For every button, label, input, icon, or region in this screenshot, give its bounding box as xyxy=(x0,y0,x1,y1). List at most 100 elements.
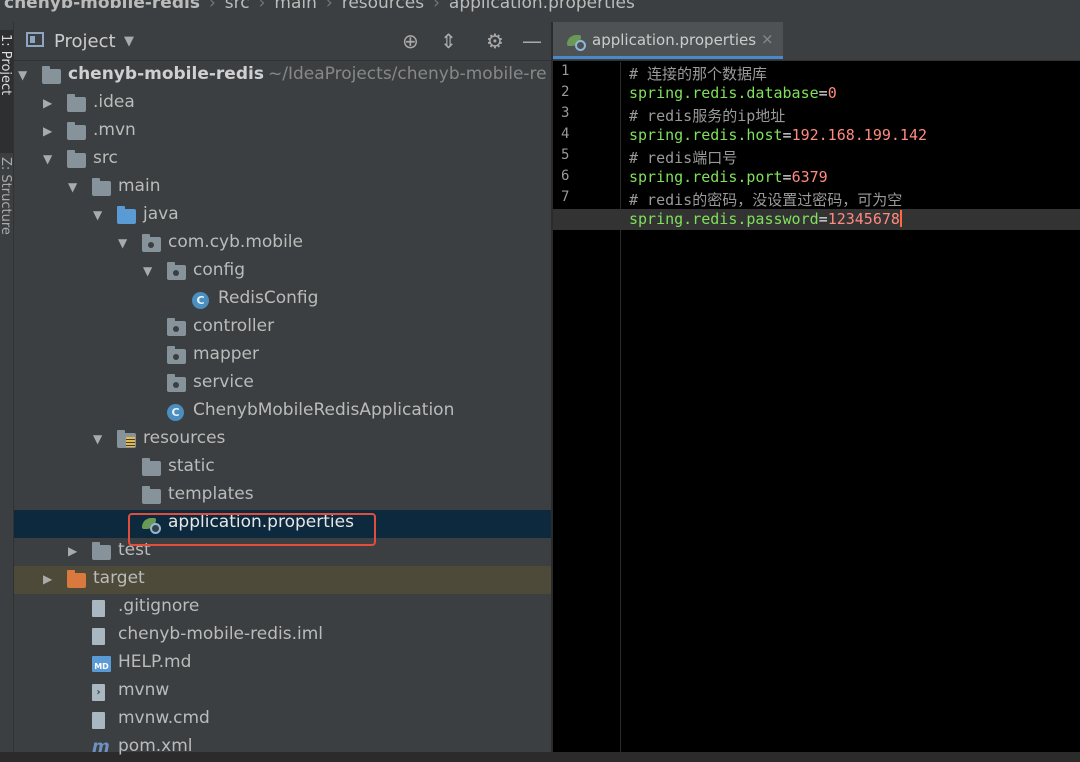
tree-item[interactable]: templates xyxy=(14,482,551,510)
package-icon xyxy=(142,234,161,252)
code-line[interactable]: 7 # redis的密码，没设置过密码，可为空 xyxy=(553,188,1080,209)
tree-item[interactable]: m pom.xml xyxy=(14,734,551,762)
tree-item[interactable]: C ChenybMobileRedisApplication xyxy=(14,398,551,426)
source-folder-icon xyxy=(117,206,136,224)
tree-item[interactable]: ▼ main xyxy=(14,174,551,202)
expand-arrow-icon[interactable]: ▼ xyxy=(143,264,152,278)
tree-item[interactable]: ▼ src xyxy=(14,146,551,174)
terminal-file-icon: › xyxy=(92,684,105,701)
project-panel-header: Project ▼ ⊕ ⇕ ⚙ — xyxy=(14,22,551,61)
editor-tabs: application.properties × xyxy=(553,22,1080,61)
tree-item-label: mapper xyxy=(193,344,260,364)
folder-icon xyxy=(67,122,86,140)
code-property: spring.redis.host=192.168.199.142 xyxy=(629,126,927,144)
code-line[interactable]: 4 spring.redis.host=192.168.199.142 xyxy=(553,125,1080,146)
tree-item[interactable]: ▶ target xyxy=(14,566,551,594)
tree-item[interactable]: controller xyxy=(14,314,551,342)
code-line[interactable]: 2 spring.redis.database=0 xyxy=(553,83,1080,104)
expand-arrow-icon[interactable]: ▼ xyxy=(118,236,127,250)
tree-item[interactable]: service xyxy=(14,370,551,398)
tree-item-label: mvnw xyxy=(118,680,170,700)
tree-item[interactable]: ▶ .idea xyxy=(14,90,551,118)
tree-item[interactable]: static xyxy=(14,454,551,482)
code-property: spring.redis.password=12345678 xyxy=(629,210,902,228)
expand-arrow-icon[interactable]: ▼ xyxy=(18,68,27,82)
line-number: 2 xyxy=(561,84,570,100)
expand-arrow-icon[interactable]: ▼ xyxy=(93,208,102,222)
package-icon xyxy=(167,374,186,392)
tree-item-label: src xyxy=(93,148,118,168)
breadcrumb-item[interactable]: application.properties xyxy=(449,0,635,13)
collapse-arrow-icon[interactable]: ▶ xyxy=(43,96,52,110)
collapse-arrow-icon[interactable]: ▶ xyxy=(43,124,52,138)
expand-arrow-icon[interactable]: ▼ xyxy=(93,432,102,446)
spring-properties-icon xyxy=(567,34,586,51)
close-icon[interactable]: × xyxy=(761,30,774,48)
breadcrumb-separator: › xyxy=(325,0,333,13)
tab-structure[interactable]: Z: Structure xyxy=(0,157,13,235)
tree-item[interactable]: mvnw.cmd xyxy=(14,706,551,734)
tree-item[interactable]: chenyb-mobile-redis.iml xyxy=(14,622,551,650)
tree-item[interactable]: ▼ chenyb-mobile-redis ~/IdeaProjects/chen… xyxy=(14,62,551,90)
markdown-icon: MD xyxy=(92,656,111,672)
code-property: spring.redis.database=0 xyxy=(629,84,837,102)
code-line[interactable]: 3 # redis服务的ip地址 xyxy=(553,104,1080,125)
tree-item[interactable]: .gitignore xyxy=(14,594,551,622)
code-comment: # redis服务的ip地址 xyxy=(629,105,785,126)
code-line[interactable]: 5 # redis端口号 xyxy=(553,146,1080,167)
collapse-arrow-icon[interactable]: ▶ xyxy=(68,544,77,558)
tree-item[interactable]: › mvnw xyxy=(14,678,551,706)
project-view-icon xyxy=(26,32,44,47)
breadcrumb-item[interactable]: resources xyxy=(342,0,424,13)
code-comment: # redis端口号 xyxy=(629,147,737,168)
tree-item[interactable]: ▶ .mvn xyxy=(14,118,551,146)
property-key: spring.redis.host xyxy=(629,126,783,144)
property-key: spring.redis.port xyxy=(629,168,783,186)
tree-item-label: java xyxy=(143,204,179,224)
collapse-arrow-icon[interactable]: ▶ xyxy=(43,572,52,586)
expand-arrow-icon[interactable]: ▼ xyxy=(68,180,77,194)
module-folder-icon xyxy=(42,66,61,84)
tree-item[interactable]: MD HELP.md xyxy=(14,650,551,678)
breadcrumb-separator: › xyxy=(433,0,440,13)
folder-icon xyxy=(92,542,111,560)
tab-project[interactable]: 1: Project xyxy=(0,30,13,153)
folder-icon xyxy=(142,486,161,504)
tree-item-label: .idea xyxy=(93,92,135,112)
tree-item-label: resources xyxy=(143,428,226,448)
comment-text: # redis的密码，没设置过密码，可为空 xyxy=(629,191,903,209)
line-number: 7 xyxy=(561,189,570,205)
expand-arrow-icon[interactable]: ▼ xyxy=(43,152,52,166)
tree-item[interactable]: mapper xyxy=(14,342,551,370)
tree-item[interactable]: ▼ resources xyxy=(14,426,551,454)
breadcrumb-item[interactable]: src xyxy=(225,0,250,13)
tab-application-properties[interactable]: application.properties × xyxy=(553,22,783,59)
tree-item[interactable]: C RedisConfig xyxy=(14,286,551,314)
tree-item[interactable]: ▼ com.cyb.mobile xyxy=(14,230,551,258)
breadcrumb-item[interactable]: main xyxy=(274,0,316,13)
chevron-down-icon[interactable]: ▼ xyxy=(124,34,134,49)
breadcrumb-item[interactable]: chenyb-mobile-redis xyxy=(4,0,200,13)
property-key: spring.redis.password xyxy=(629,210,819,228)
tree-item[interactable]: ▼ java xyxy=(14,202,551,230)
tree-item-label: service xyxy=(193,372,254,392)
code-line[interactable]: 6 spring.redis.port=6379 xyxy=(553,167,1080,188)
tree-item-label: ChenybMobileRedisApplication xyxy=(193,400,455,420)
class-icon: C xyxy=(192,292,209,309)
package-icon xyxy=(167,346,186,364)
code-comment: # redis的密码，没设置过密码，可为空 xyxy=(629,189,902,210)
project-view-selector[interactable]: Project xyxy=(54,31,116,52)
spring-boot-class-icon: C xyxy=(167,404,184,421)
breadcrumb: chenyb-mobile-redis › src › main › resources › a… xyxy=(0,0,1080,23)
code-comment: # 连接的那个数据库 xyxy=(629,63,767,84)
minimize-icon[interactable]: — xyxy=(522,29,542,53)
tree-item[interactable]: ▼ config xyxy=(14,258,551,286)
code-line-current[interactable]: spring.redis.password=12345678 xyxy=(553,209,1080,230)
property-equals: = xyxy=(782,168,792,186)
locate-icon[interactable]: ⊕ xyxy=(402,29,419,53)
code-line[interactable]: 1 # 连接的那个数据库 xyxy=(553,62,1080,83)
red-highlight-box xyxy=(128,513,376,546)
collapse-icon[interactable]: ⇕ xyxy=(440,29,457,53)
gear-icon[interactable]: ⚙ xyxy=(486,29,504,53)
tree-item-label: target xyxy=(93,568,145,588)
